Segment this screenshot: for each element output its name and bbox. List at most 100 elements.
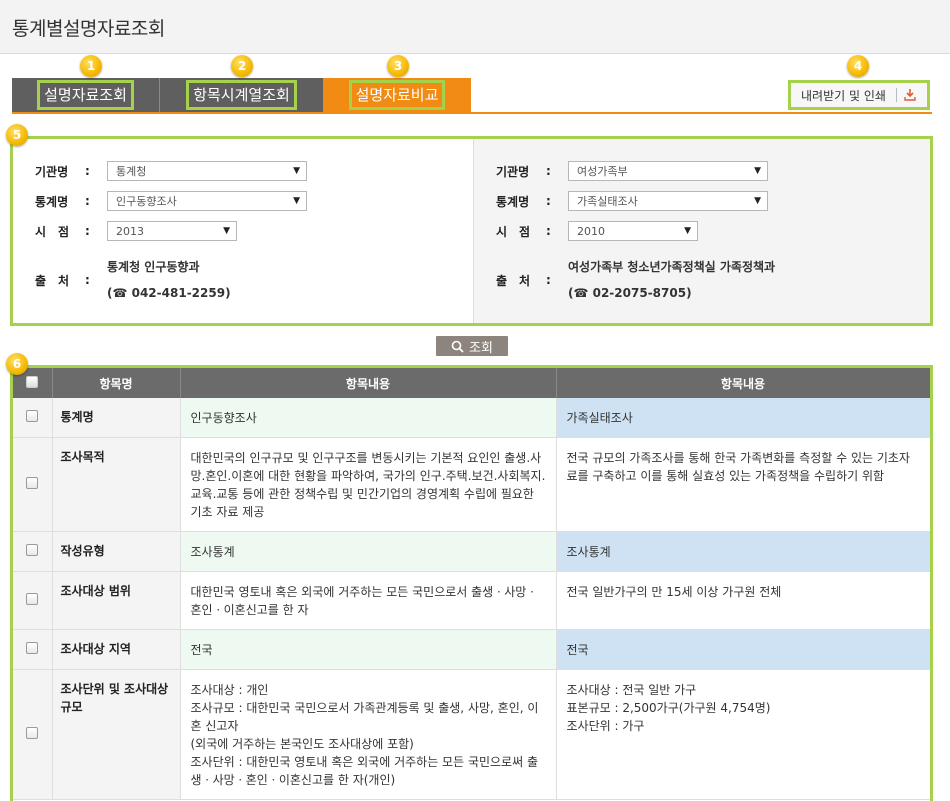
filter-row-time: 시 점 : 2010 ▼ (496, 221, 698, 241)
row-checkbox[interactable] (26, 641, 39, 654)
item-content-right-cell: 전국 일반가구의 만 15세 이상 가구원 전체 (556, 571, 930, 630)
source-label: 출 처 (496, 273, 531, 288)
source-label: 출 처 (35, 273, 70, 288)
tab-description-compare[interactable]: 설명자료비교 (323, 78, 471, 112)
filter-row-time: 시 점 : 2013 ▼ (35, 221, 237, 241)
stat-select-value: 인구동향조사 (116, 195, 177, 208)
dropdown-arrow-icon: ▼ (293, 166, 300, 176)
row-checkbox-cell (13, 629, 53, 670)
filter-panel-left: 기관명 : 통계청 ▼ 통계명 : 인구동향조사 ▼ 시 점 : 2013 ▼ … (13, 139, 473, 323)
page-title: 통계별설명자료조회 (12, 18, 165, 40)
dropdown-arrow-icon: ▼ (684, 226, 691, 236)
stat-label: 통계명 (35, 194, 69, 209)
step-badge-3: 3 (387, 55, 409, 77)
table-row: 조사대상 범위 대한민국 영토내 혹은 외국에 거주하는 모든 국민으로서 출생ㆍ… (13, 571, 930, 630)
tab-label: 설명자료조회 (37, 80, 134, 110)
stat-select-value: 가족실태조사 (577, 195, 638, 208)
item-content-right-cell: 가족실태조사 (556, 398, 930, 438)
colon: : (85, 194, 90, 208)
time-label: 시 점 (35, 224, 70, 239)
dropdown-arrow-icon: ▼ (223, 226, 230, 236)
year-select-left[interactable]: 2013 ▼ (107, 221, 237, 241)
colon: : (85, 273, 90, 287)
step-badge-1: 1 (80, 55, 102, 77)
dropdown-arrow-icon: ▼ (754, 166, 761, 176)
row-checkbox-cell (13, 398, 53, 438)
filter-panel: 기관명 : 통계청 ▼ 통계명 : 인구동향조사 ▼ 시 점 : 2013 ▼ … (10, 136, 933, 326)
search-button[interactable]: 조회 (436, 336, 508, 356)
header-item-content-right: 항목내용 (556, 368, 930, 398)
table-row: 조사대상 지역 전국 전국 (13, 629, 930, 670)
table-row: 작성유형 조사통계 조사통계 (13, 531, 930, 572)
download-print-button[interactable]: 내려받기 및 인쇄 (788, 80, 930, 110)
row-checkbox[interactable] (26, 543, 39, 556)
org-label: 기관명 (496, 164, 530, 179)
year-select-value: 2010 (577, 224, 605, 238)
table-header-row: 항목명 항목내용 항목내용 (13, 368, 930, 398)
year-select-value: 2013 (116, 224, 144, 238)
item-name-cell: 조사목적 (52, 437, 181, 532)
button-divider (895, 88, 897, 102)
tab-timeseries-view[interactable]: 항목시계열조회 (160, 78, 323, 112)
item-content-left-cell: 조사통계 (180, 531, 557, 572)
tab-description-view[interactable]: 설명자료조회 (12, 78, 159, 112)
item-content-left-cell: 조사대상 : 개인 조사규모 : 대한민국 국민으로서 가족관계등록 및 출생,… (180, 669, 557, 800)
filter-row-source: 출 처 : 통계청 인구동향과 (☎ 042-481-2259) (35, 254, 231, 306)
item-content-right-cell: 전국 (556, 629, 930, 670)
source-phone: (☎ 02-2075-8705) (568, 286, 692, 300)
colon: : (546, 194, 551, 208)
colon: : (546, 273, 551, 287)
item-content-left-cell: 전국 (180, 629, 557, 670)
source-phone: (☎ 042-481-2259) (107, 286, 231, 300)
colon: : (85, 164, 90, 178)
row-checkbox[interactable] (26, 592, 39, 605)
title-bar: 통계별설명자료조회 (0, 0, 950, 54)
step-badge-4: 4 (847, 55, 869, 77)
source-name: 여성가족부 청소년가족정책실 가족정책과 (568, 260, 776, 274)
item-content-right-cell: 조사통계 (556, 531, 930, 572)
row-checkbox-cell (13, 571, 53, 630)
row-checkbox-cell (13, 437, 53, 532)
colon: : (546, 224, 551, 238)
row-checkbox[interactable] (26, 409, 39, 422)
header-item-name: 항목명 (52, 368, 181, 398)
org-label: 기관명 (35, 164, 69, 179)
stat-select-right[interactable]: 가족실태조사 ▼ (568, 191, 768, 211)
item-name-cell: 조사대상 지역 (52, 629, 181, 670)
item-content-left-cell: 대한민국의 인구규모 및 인구구조를 변동시키는 기본적 요인인 출생.사망.혼… (180, 437, 557, 532)
filter-row-org: 기관명 : 통계청 ▼ (35, 161, 307, 181)
select-all-checkbox[interactable] (26, 375, 39, 388)
filter-row-source: 출 처 : 여성가족부 청소년가족정책실 가족정책과 (☎ 02-2075-87… (496, 254, 775, 306)
row-checkbox-cell (13, 669, 53, 800)
row-checkbox[interactable] (26, 476, 39, 489)
source-info-right: 여성가족부 청소년가족정책실 가족정책과 (☎ 02-2075-8705) (568, 254, 775, 306)
item-content-right-cell: 조사대상 : 전국 일반 가구 표본규모 : 2,500가구(가구원 4,754… (556, 669, 930, 800)
colon: : (85, 224, 90, 238)
table-row: 조사목적 대한민국의 인구규모 및 인구구조를 변동시키는 기본적 요인인 출생.… (13, 437, 930, 532)
org-select-left[interactable]: 통계청 ▼ (107, 161, 307, 181)
filter-row-org: 기관명 : 여성가족부 ▼ (496, 161, 768, 181)
row-checkbox[interactable] (26, 726, 39, 739)
search-label: 조회 (469, 340, 493, 356)
dropdown-arrow-icon: ▼ (293, 196, 300, 206)
magnifier-icon (451, 340, 464, 353)
stat-label: 통계명 (496, 194, 530, 209)
filter-panel-right: 기관명 : 여성가족부 ▼ 통계명 : 가족실태조사 ▼ 시 점 : 2010 … (473, 139, 930, 323)
download-icon (904, 89, 916, 101)
item-name-cell: 조사단위 및 조사대상 규모 (52, 669, 181, 800)
source-name: 통계청 인구동향과 (107, 260, 200, 274)
table-row: 조사단위 및 조사대상 규모 조사대상 : 개인 조사규모 : 대한민국 국민으로… (13, 669, 930, 800)
header-item-content-left: 항목내용 (180, 368, 557, 398)
colon: : (546, 164, 551, 178)
source-info-left: 통계청 인구동향과 (☎ 042-481-2259) (107, 254, 231, 306)
filter-row-stat: 통계명 : 인구동향조사 ▼ (35, 191, 307, 211)
item-content-left-cell: 대한민국 영토내 혹은 외국에 거주하는 모든 국민으로서 출생ㆍ사망ㆍ혼인ㆍ이… (180, 571, 557, 630)
stat-select-left[interactable]: 인구동향조사 ▼ (107, 191, 307, 211)
tab-label: 설명자료비교 (348, 80, 446, 110)
item-content-left-cell: 인구동향조사 (180, 398, 557, 438)
item-name-cell: 통계명 (52, 398, 181, 438)
org-select-right[interactable]: 여성가족부 ▼ (568, 161, 768, 181)
year-select-right[interactable]: 2010 ▼ (568, 221, 698, 241)
step-badge-2: 2 (231, 55, 253, 77)
time-label: 시 점 (496, 224, 531, 239)
